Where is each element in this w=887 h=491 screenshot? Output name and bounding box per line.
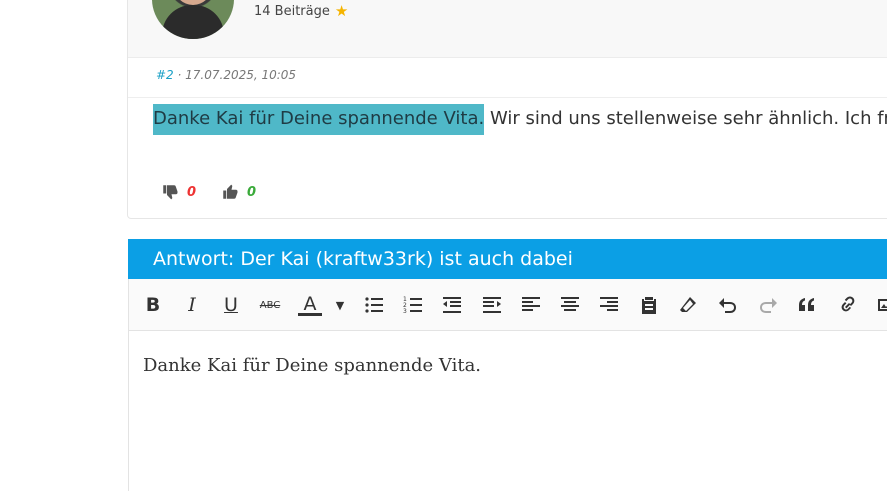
post-count-label: 14 Beiträge bbox=[254, 4, 330, 19]
eraser-icon bbox=[680, 297, 696, 312]
strikethrough-button[interactable]: ABC bbox=[257, 292, 283, 318]
bullet-list-button[interactable] bbox=[361, 292, 387, 318]
align-right-button[interactable] bbox=[596, 292, 622, 318]
reply-title-bar: Antwort: Der Kai (kraftw33rk) ist auch d… bbox=[128, 239, 887, 279]
outdent-icon bbox=[443, 297, 461, 313]
paste-button[interactable] bbox=[636, 292, 662, 318]
post-meta: #2 · 17.07.2025, 10:05 bbox=[156, 68, 296, 82]
align-center-icon bbox=[561, 297, 579, 311]
image-icon bbox=[878, 299, 887, 311]
align-left-icon bbox=[522, 297, 540, 311]
color-dropdown[interactable]: ▼ bbox=[327, 292, 353, 318]
avatar[interactable] bbox=[152, 0, 234, 39]
like-count: 0 bbox=[247, 184, 257, 200]
numbered-list-button[interactable]: 123 bbox=[400, 292, 426, 318]
dislike-button[interactable]: 0 bbox=[161, 183, 196, 201]
reply-title: Antwort: Der Kai (kraftw33rk) ist auch d… bbox=[153, 248, 573, 270]
strikethrough-icon: ABC bbox=[259, 299, 281, 311]
reply-editor[interactable]: Danke Kai für Deine spannende Vita. bbox=[128, 331, 887, 491]
underline-button[interactable]: U bbox=[218, 292, 244, 318]
caret-down-icon: ▼ bbox=[335, 298, 345, 312]
post-header: 14 Beiträge ★ bbox=[128, 0, 887, 58]
avatar-shirt bbox=[162, 5, 224, 39]
avatar-face bbox=[174, 0, 212, 5]
redo-icon bbox=[760, 298, 777, 313]
undo-button[interactable] bbox=[715, 292, 741, 318]
indent-button[interactable] bbox=[479, 292, 505, 318]
forum-post: 14 Beiträge ★ #2 · 17.07.2025, 10:05 Dan… bbox=[127, 0, 887, 219]
star-icon: ★ bbox=[334, 2, 349, 20]
image-button[interactable] bbox=[873, 292, 887, 318]
quote-button[interactable] bbox=[794, 292, 820, 318]
author-post-count: 14 Beiträge ★ bbox=[254, 2, 349, 20]
divider bbox=[128, 97, 887, 98]
editor-content[interactable]: Danke Kai für Deine spannende Vita. bbox=[143, 355, 481, 376]
editor-toolbar: B I U ABC A ▼ 123 bbox=[128, 279, 887, 331]
post-body-rest: Wir sind uns stellenweise sehr ähnlich. … bbox=[484, 108, 887, 129]
post-body: Danke Kai für Deine spannende Vita. Wir … bbox=[153, 104, 887, 135]
bullet-list-icon bbox=[365, 297, 383, 313]
thumbs-down-icon bbox=[163, 185, 178, 200]
dislike-count: 0 bbox=[187, 184, 197, 200]
indent-icon bbox=[483, 297, 501, 313]
thumbs-up-icon bbox=[223, 184, 238, 199]
italic-button[interactable]: I bbox=[179, 292, 205, 318]
selected-text[interactable]: Danke Kai für Deine spannende Vita. bbox=[153, 104, 485, 135]
eraser-button[interactable] bbox=[675, 292, 701, 318]
align-right-icon bbox=[600, 297, 618, 311]
quote-icon bbox=[799, 298, 814, 311]
color-swatch bbox=[298, 312, 322, 316]
bold-icon: B bbox=[145, 294, 161, 316]
clipboard-icon bbox=[642, 297, 656, 314]
numbered-list-icon: 123 bbox=[403, 296, 422, 315]
italic-icon: I bbox=[188, 294, 196, 316]
post-number-link[interactable]: #2 bbox=[156, 68, 174, 82]
svg-text:3: 3 bbox=[403, 308, 407, 315]
outdent-button[interactable] bbox=[439, 292, 465, 318]
bold-button[interactable]: B bbox=[140, 292, 166, 318]
like-button[interactable]: 0 bbox=[221, 183, 256, 201]
align-left-button[interactable] bbox=[518, 292, 544, 318]
underline-icon: U bbox=[224, 294, 238, 316]
align-center-button[interactable] bbox=[557, 292, 583, 318]
link-icon bbox=[841, 296, 855, 312]
text-color-icon: A bbox=[303, 292, 317, 315]
redo-button[interactable] bbox=[755, 292, 781, 318]
link-button[interactable] bbox=[834, 292, 860, 318]
post-date: · 17.07.2025, 10:05 bbox=[173, 68, 297, 82]
undo-icon bbox=[719, 298, 736, 313]
text-color-button[interactable]: A bbox=[297, 292, 323, 318]
